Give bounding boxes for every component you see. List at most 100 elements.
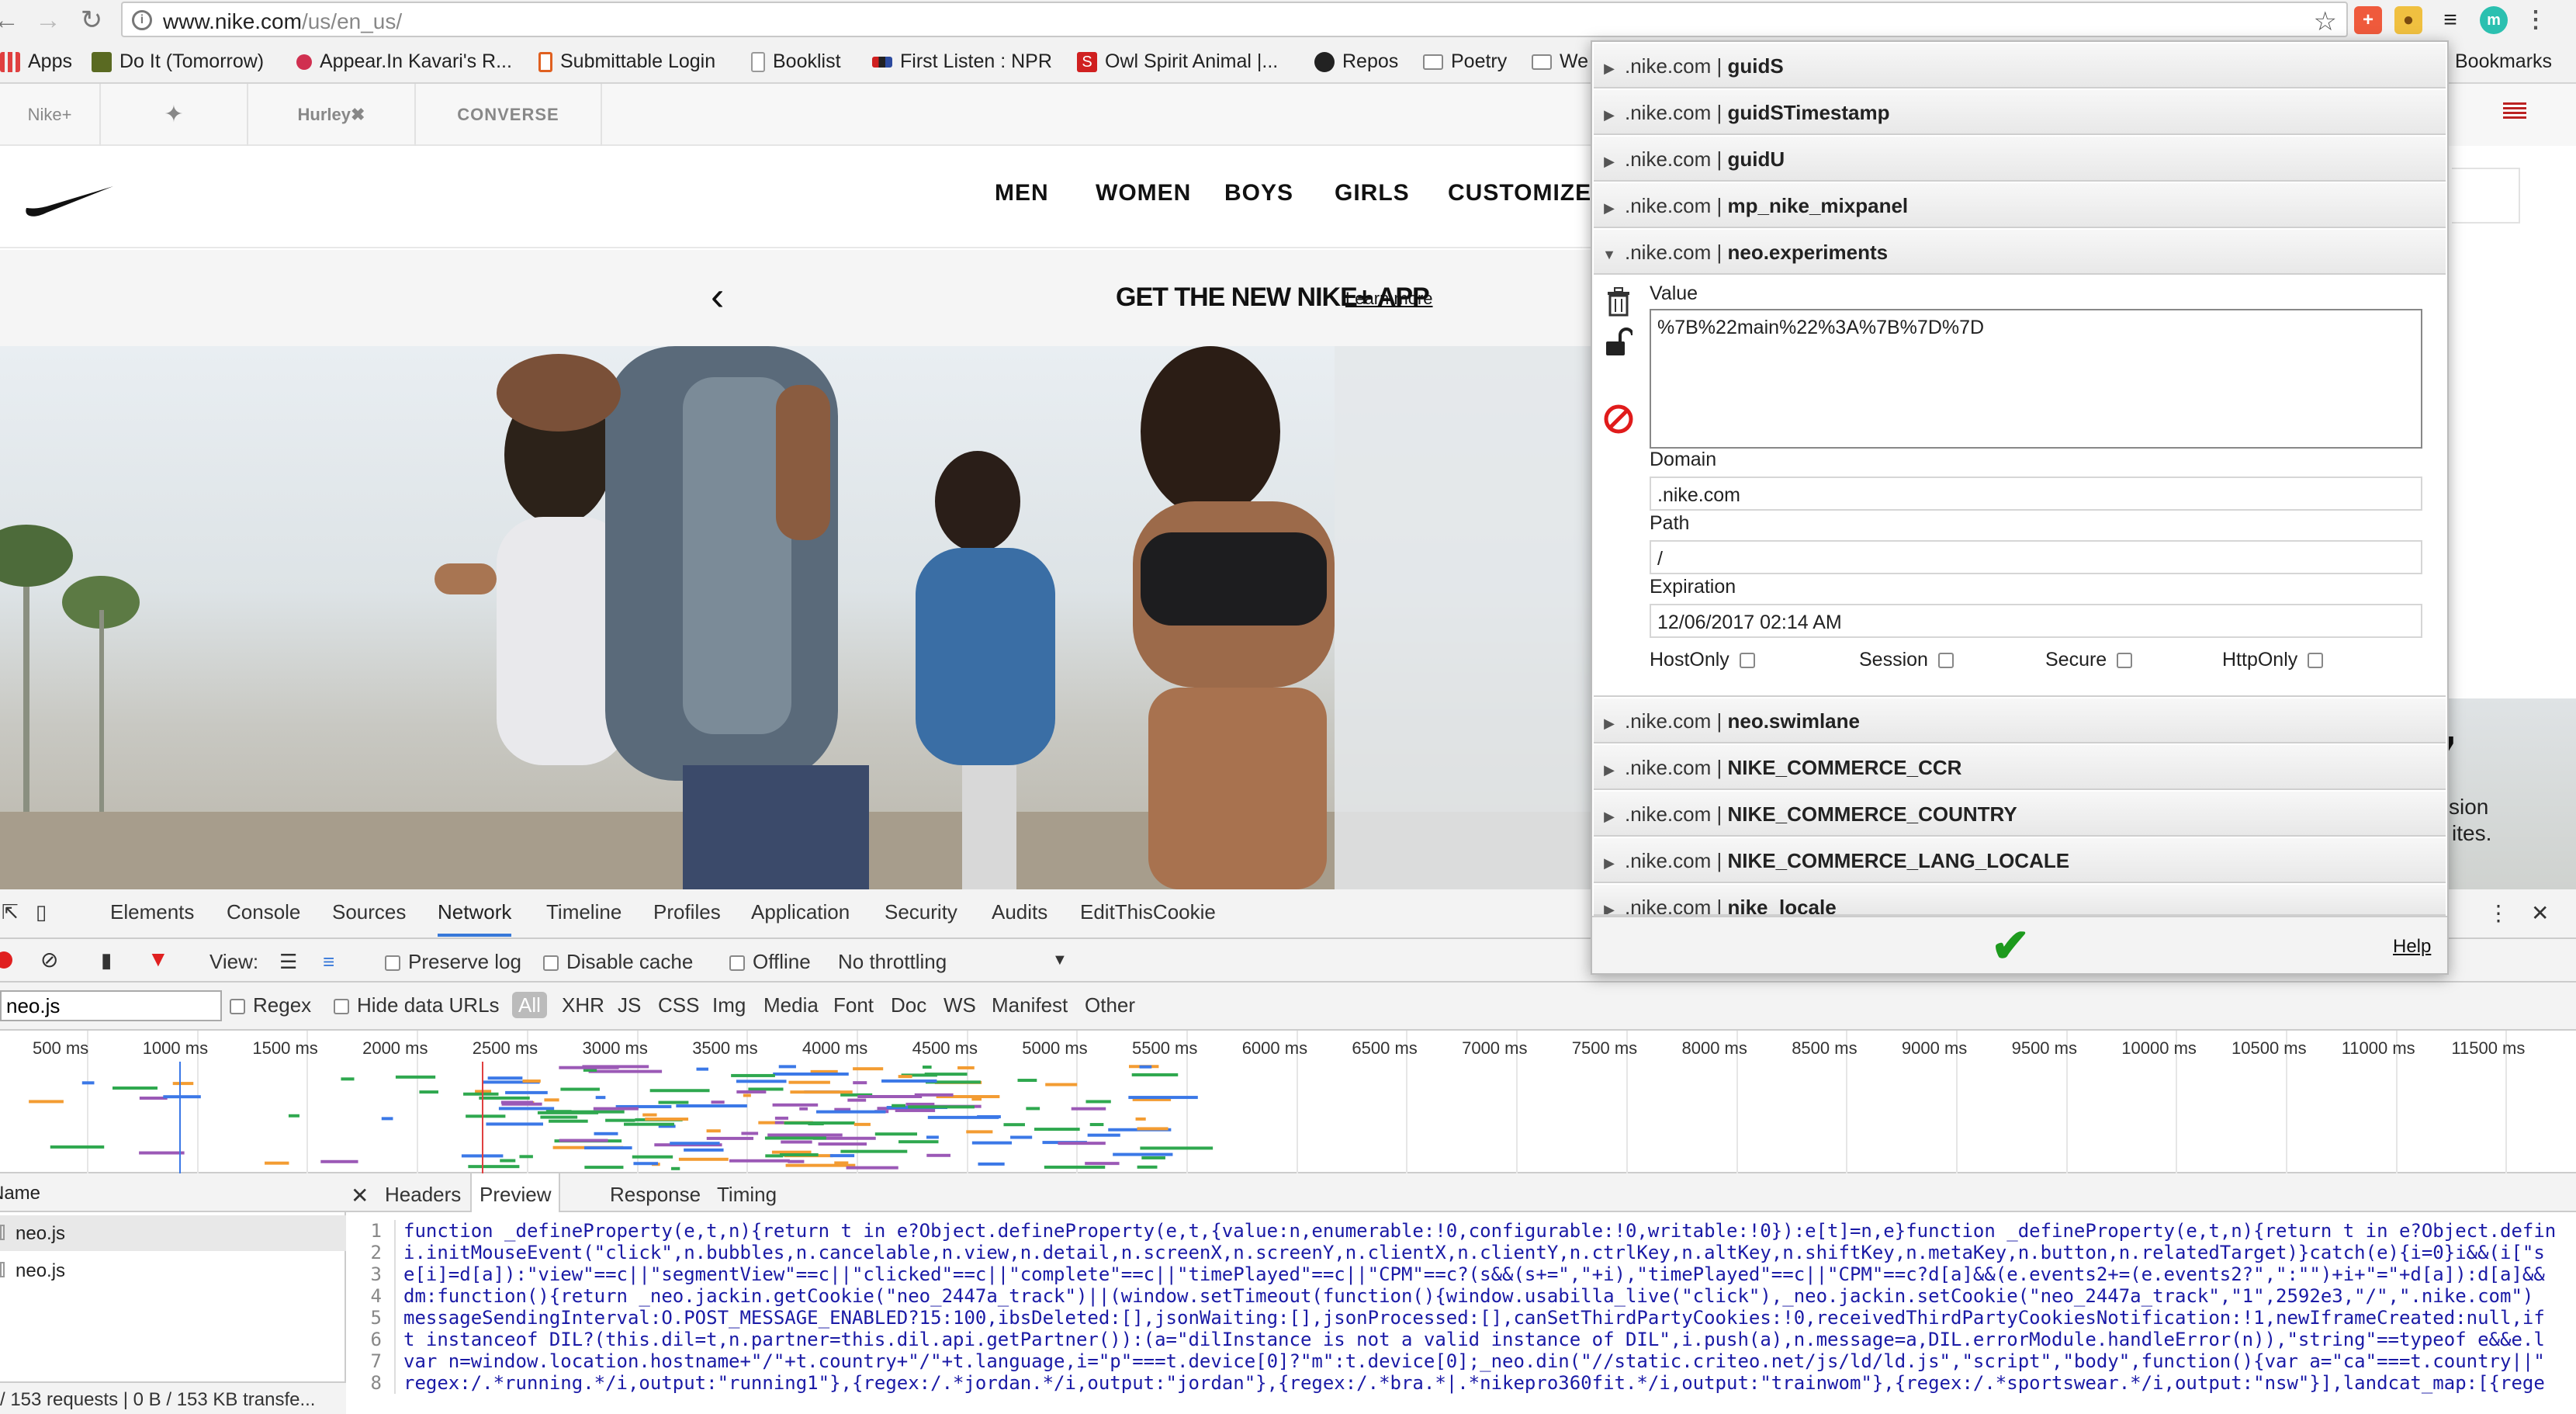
checkbox-box[interactable] — [2308, 653, 2324, 669]
offline-checkbox[interactable]: Offline — [729, 950, 811, 974]
m-extension-icon[interactable]: m — [2480, 6, 2508, 34]
search-box-edge[interactable] — [2452, 168, 2520, 224]
nike-swoosh-logo[interactable] — [23, 180, 116, 219]
cookie-row-nike-locale[interactable]: ▶ .nike.com | nike_locale — [1594, 885, 2446, 916]
back-arrow-icon[interactable]: ← — [0, 3, 23, 37]
us-flag-icon[interactable] — [2503, 102, 2526, 120]
checkbox-box[interactable] — [385, 955, 400, 972]
save-checkmark-icon[interactable]: ✔ — [1991, 919, 2030, 973]
cookie-path-input[interactable]: / — [1650, 540, 2422, 574]
jordan-jumpman-icon[interactable]: ✦ — [101, 84, 248, 146]
type-filter-css[interactable]: CSS — [658, 993, 699, 1017]
request-row[interactable]: neo.js — [0, 1253, 346, 1288]
preserve-log-checkbox[interactable]: Preserve log — [385, 950, 521, 974]
cookie-row-guidu[interactable]: ▶ .nike.com | guidU — [1594, 137, 2446, 182]
brand-converse[interactable]: CONVERSE — [416, 84, 602, 146]
capture-screenshots-icon[interactable]: ▮ — [101, 948, 112, 972]
unlocked-padlock-icon[interactable] — [1603, 328, 1634, 359]
extension-plus-icon[interactable]: + — [2354, 6, 2382, 34]
throttling-select[interactable]: No throttling ▼ — [838, 950, 1071, 974]
request-list-header[interactable]: Name — [0, 1173, 346, 1212]
bookmark-we[interactable]: We — [1532, 47, 1588, 76]
reload-icon[interactable]: ↻ — [74, 3, 109, 37]
type-filter-js[interactable]: JS — [618, 993, 641, 1017]
type-filter-other[interactable]: Other — [1085, 993, 1135, 1017]
detail-tab-headers[interactable]: Headers — [385, 1183, 461, 1207]
block-cookie-icon[interactable] — [1603, 404, 1634, 435]
brand-hurley[interactable]: Hurley✖ — [248, 84, 416, 146]
nav-men[interactable]: MEN — [995, 180, 1049, 206]
type-filter-img[interactable]: Img — [712, 993, 746, 1017]
filter-input[interactable] — [0, 990, 222, 1021]
cookie-row-commerce-lang-locale[interactable]: ▶ .nike.com | NIKE_COMMERCE_LANG_LOCALE — [1594, 838, 2446, 883]
tab-timeline[interactable]: Timeline — [546, 900, 621, 924]
type-filter-ws[interactable]: WS — [943, 993, 976, 1017]
bookmark-apps[interactable]: Apps — [0, 47, 72, 76]
hide-data-urls-checkbox[interactable]: Hide data URLs — [334, 993, 500, 1017]
tab-security[interactable]: Security — [885, 900, 957, 924]
cookie-extension-icon[interactable]: ● — [2394, 6, 2422, 34]
checkbox-box[interactable] — [334, 999, 349, 1015]
cookie-domain-input[interactable]: .nike.com — [1650, 477, 2422, 511]
forward-arrow-icon[interactable]: → — [31, 3, 65, 37]
type-filter-font[interactable]: Font — [833, 993, 874, 1017]
promo-learn-more-link[interactable]: Learn more — [1345, 289, 1433, 309]
site-info-icon[interactable]: i — [132, 10, 152, 30]
type-filter-doc[interactable]: Doc — [891, 993, 926, 1017]
hostonly-checkbox[interactable]: HostOnly — [1650, 649, 1763, 671]
code-preview[interactable]: 1 function _defineProperty(e,t,n){return … — [346, 1212, 2576, 1414]
cookie-row-guidstimestamp[interactable]: ▶ .nike.com | guidSTimestamp — [1594, 90, 2446, 135]
checkbox-box[interactable] — [2117, 653, 2133, 669]
bookmark-poetry[interactable]: Poetry — [1423, 47, 1507, 76]
bookmark-booklist[interactable]: Booklist — [751, 47, 841, 76]
type-filter-xhr[interactable]: XHR — [562, 993, 604, 1017]
close-devtools-icon[interactable]: ✕ — [2531, 900, 2549, 926]
bookmark-owl[interactable]: S Owl Spirit Animal |... — [1077, 47, 1278, 76]
cookie-row-neo-swimlane[interactable]: ▶ .nike.com | neo.swimlane — [1594, 698, 2446, 743]
bookmark-appearin[interactable]: Appear.In Kavari's R... — [296, 47, 512, 76]
cookie-value-textarea[interactable]: %7B%22main%22%3A%7B%7D%7D — [1650, 309, 2422, 449]
checkbox-box[interactable] — [729, 955, 745, 972]
checkbox-box[interactable] — [1739, 653, 1755, 669]
nav-women[interactable]: WOMEN — [1096, 180, 1191, 206]
type-filter-all[interactable]: All — [512, 992, 547, 1018]
clear-icon[interactable]: ⊘ — [40, 947, 58, 972]
help-link[interactable]: Help — [2393, 936, 2431, 958]
address-bar[interactable]: i www.nike.com/us/en_us/ ☆ — [121, 2, 2348, 37]
regex-checkbox[interactable]: Regex — [230, 993, 311, 1017]
tab-network[interactable]: Network — [438, 900, 512, 937]
detail-tab-timing[interactable]: Timing — [717, 1183, 777, 1207]
large-rows-icon[interactable]: ☰ — [279, 950, 297, 974]
nav-boys[interactable]: BOYS — [1224, 180, 1293, 206]
other-bookmarks[interactable]: Bookmarks — [2455, 47, 2552, 76]
session-checkbox[interactable]: Session — [1859, 649, 1961, 671]
inspect-element-icon[interactable]: ⇱ — [2, 900, 19, 924]
tab-editthiscookie[interactable]: EditThisCookie — [1080, 900, 1216, 924]
bookmark-submittable[interactable]: Submittable Login — [538, 47, 715, 76]
tab-console[interactable]: Console — [227, 900, 300, 924]
type-filter-media[interactable]: Media — [763, 993, 819, 1017]
brand-nikeplus[interactable]: Nike+ — [0, 84, 101, 146]
bookmark-star-icon[interactable]: ☆ — [2314, 6, 2337, 37]
bookmark-do-it[interactable]: Do It (Tomorrow) — [92, 47, 264, 76]
checkbox-box[interactable] — [543, 955, 559, 972]
disable-cache-checkbox[interactable]: Disable cache — [543, 950, 693, 974]
device-toolbar-icon[interactable]: ▯ — [36, 900, 47, 924]
nav-girls[interactable]: GIRLS — [1335, 180, 1410, 206]
checkbox-box[interactable] — [230, 999, 245, 1015]
checkbox-box[interactable] — [1937, 653, 1954, 669]
secure-checkbox[interactable]: Secure — [2045, 649, 2140, 671]
cookie-expiration-input[interactable]: 12/06/2017 02:14 AM — [1650, 604, 2422, 638]
detail-tab-preview[interactable]: Preview — [470, 1173, 561, 1212]
chevron-left-icon[interactable]: ‹ — [711, 273, 724, 320]
record-icon[interactable] — [0, 951, 12, 969]
tab-elements[interactable]: Elements — [110, 900, 194, 924]
tab-application[interactable]: Application — [751, 900, 850, 924]
bookmark-repos[interactable]: Repos — [1314, 47, 1398, 76]
detail-tab-response[interactable]: Response — [610, 1183, 701, 1207]
close-detail-icon[interactable]: ✕ — [351, 1183, 369, 1208]
chrome-menu-icon[interactable]: ⋮ — [2522, 6, 2550, 34]
cookie-row-commerce-ccr[interactable]: ▶ .nike.com | NIKE_COMMERCE_CCR — [1594, 745, 2446, 790]
overview-icon[interactable]: ≡ — [323, 950, 334, 974]
tab-sources[interactable]: Sources — [332, 900, 406, 924]
